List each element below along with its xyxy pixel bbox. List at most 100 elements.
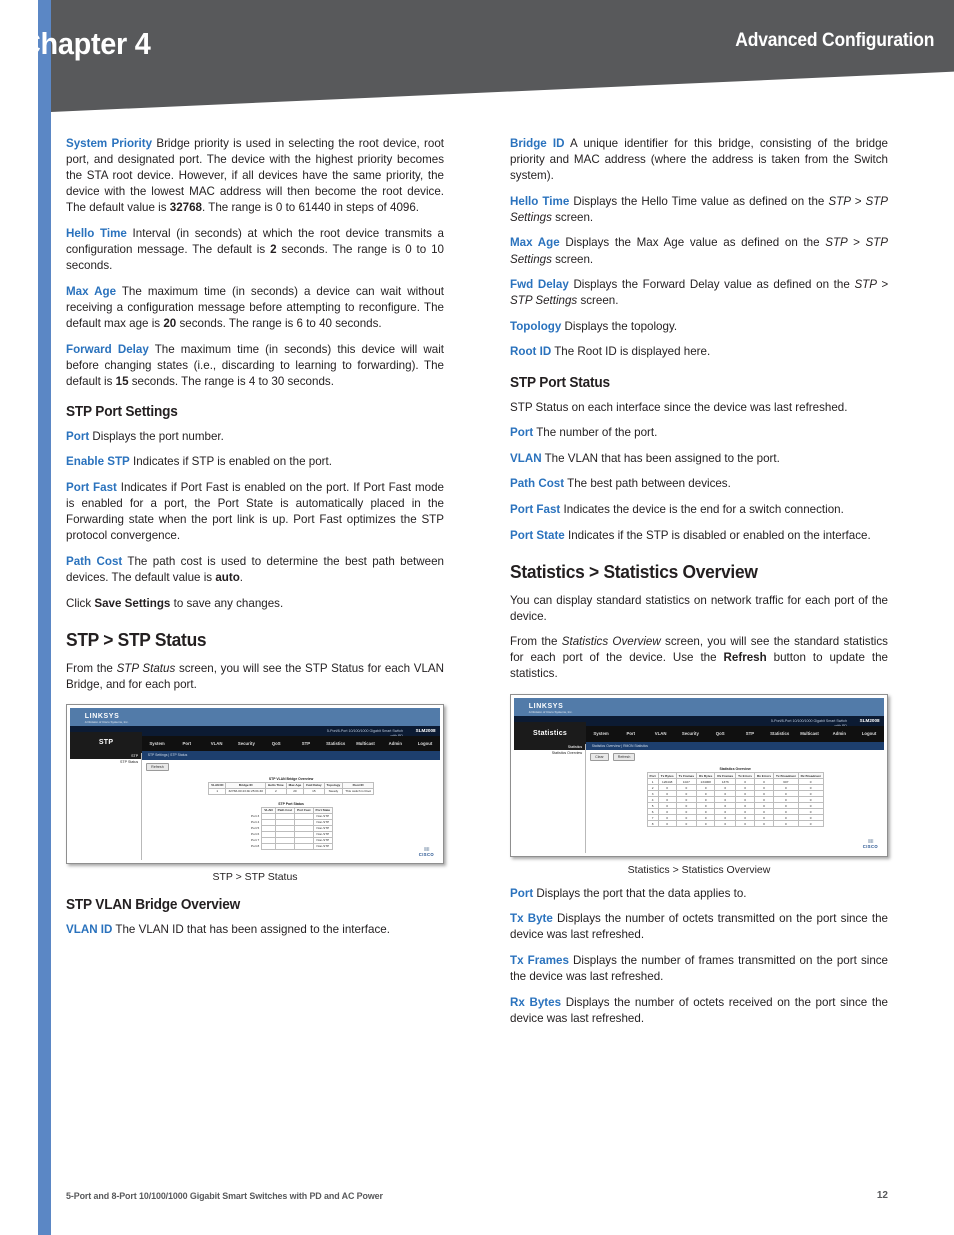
- cell-root-id: This switch is Root: [342, 787, 375, 795]
- section-title: Advanced Configuration: [735, 30, 934, 51]
- ui-refresh-button-stp[interactable]: Refresh: [146, 762, 169, 771]
- cell-stats-rx-broadcast: 0: [797, 820, 824, 828]
- term-tx-frames: Tx Frames: [510, 953, 569, 967]
- chapter-title: Chapter 4: [20, 26, 151, 61]
- ui-nav-item-statistics-stats[interactable]: Statistics: [765, 731, 795, 736]
- figure-caption-statistics: Statistics > Statistics Overview: [627, 863, 771, 876]
- ui-nav-item-system-stp[interactable]: System: [142, 741, 172, 746]
- footer-product-title: 5-Port and 8-Port 10/100/1000 Gigabit Sm…: [66, 1190, 383, 1201]
- cisco-wordmark-stp: CISCO: [418, 851, 435, 857]
- switch-ui-stp: LINKSYS A Division of Cisco Systems, Inc…: [70, 707, 440, 860]
- ui-nav-item-stp-stats[interactable]: STP: [735, 731, 765, 736]
- ui-nav-bar-stats[interactable]: System Port VLAN Security QoS STP Statis…: [586, 726, 884, 742]
- text-stats-lead: From the: [510, 635, 562, 649]
- ui-button-row-stats: Clear Refresh: [586, 750, 884, 762]
- cell-hello-time: 2: [265, 787, 287, 795]
- ui-nav-item-system-stats[interactable]: System: [586, 731, 616, 736]
- ui-nav-item-admin-stp[interactable]: Admin: [380, 741, 410, 746]
- text-hello-time-lead: Displays the Hello Time value as defined…: [569, 194, 829, 208]
- label-refresh-button: Refresh: [723, 651, 767, 665]
- ui-nav-item-logout-stats[interactable]: Logout: [854, 731, 884, 736]
- cell-path-cost: [274, 842, 296, 850]
- ui-canvas-stats: Clear Refresh Statistics Overview Port T…: [586, 750, 884, 853]
- ui-nav-item-qos-stats[interactable]: QoS: [705, 731, 735, 736]
- ui-button-row-stp: Refresh: [142, 760, 440, 771]
- heading-statistics-overview: Statistics > Statistics Overview: [510, 560, 758, 582]
- text-status-port-fast: Indicates the device is the end for a sw…: [560, 502, 844, 516]
- ui-nav-item-vlan-stp[interactable]: VLAN: [202, 741, 232, 746]
- cisco-wordmark-stats: CISCO: [862, 844, 879, 850]
- ui-sidebar-item-statistics-overview[interactable]: Statistics Overview: [514, 750, 585, 756]
- ui-nav-item-multicast-stats[interactable]: Multicast: [795, 731, 825, 736]
- left-column: System Priority Bridge priority is used …: [66, 136, 444, 938]
- linksys-tagline-stats: A Division of Cisco Systems, Inc.: [528, 709, 573, 714]
- text-tx-byte: Displays the number of octets transmitte…: [510, 912, 888, 942]
- paragraph-status-vlan: VLAN The VLAN that has been assigned to …: [510, 451, 888, 467]
- paragraph-save-settings: Click Save Settings to save any changes.: [66, 596, 444, 612]
- paragraph-port-fast: Port Fast Indicates if Port Fast is enab…: [66, 480, 444, 544]
- switch-ui-statistics: LINKSYS A Division of Cisco Systems, Inc…: [514, 697, 884, 853]
- text-save-tail: to save any changes.: [170, 596, 284, 610]
- term-port-fast: Port Fast: [66, 481, 117, 494]
- ui-nav-item-statistics-stp[interactable]: Statistics: [321, 741, 351, 746]
- text-rx-bytes: Displays the number of octets received o…: [510, 995, 888, 1025]
- label-save-settings-button: Save Settings: [94, 596, 171, 610]
- ui-nav-bar-stp[interactable]: System Port VLAN Security QoS STP Statis…: [142, 735, 440, 752]
- ui-nav-item-stp-stp[interactable]: STP: [291, 741, 321, 746]
- text-port: Displays the port number.: [89, 429, 224, 443]
- paragraph-status-port-state: Port State Indicates if the STP is disab…: [510, 528, 888, 544]
- term-fwd-delay: Fwd Delay: [510, 278, 569, 292]
- term-status-path-cost: Path Cost: [510, 477, 565, 491]
- paragraph-root-id: Root ID The Root ID is displayed here.: [510, 344, 888, 360]
- cell-stats-tx-broadcast: 0: [773, 820, 799, 828]
- paragraph-rx-bytes: Rx Bytes Displays the number of octets r…: [510, 995, 888, 1027]
- term-stats-port: Port: [510, 886, 534, 900]
- cell-fwd-delay: 15: [303, 787, 325, 795]
- paragraph-status-port-fast: Port Fast Indicates the device is the en…: [510, 502, 888, 518]
- cell-stats-rx-errors: 0: [753, 820, 775, 828]
- term-forward-delay: Forward Delay: [66, 342, 149, 356]
- cell-stats-tx-frames: 0: [675, 820, 698, 828]
- paragraph-enable-stp: Enable STP Indicates if STP is enabled o…: [66, 454, 444, 470]
- value-path-cost-default: auto: [215, 570, 240, 584]
- heading-stp-vlan-bridge-overview: STP VLAN Bridge Overview: [66, 896, 241, 913]
- ui-table-caption-stats: Statistics Overview: [719, 767, 751, 772]
- cell-max-age: 20: [285, 787, 305, 795]
- term-vlan-id: VLAN ID: [66, 922, 113, 936]
- ui-clear-button[interactable]: Clear: [590, 753, 609, 762]
- text-bridge-id: A unique identifier for this bridge, con…: [510, 137, 888, 183]
- cell-stats-port: 8: [646, 820, 659, 828]
- ui-refresh-button-stats[interactable]: Refresh: [612, 753, 636, 762]
- ui-nav-item-qos-stp[interactable]: QoS: [261, 741, 291, 746]
- ui-nav-item-port-stats[interactable]: Port: [616, 731, 646, 736]
- term-hello-time: Hello Time: [66, 226, 127, 240]
- ui-nav-item-vlan-stats[interactable]: VLAN: [646, 731, 676, 736]
- term-status-port-fast: Port Fast: [510, 502, 561, 516]
- cell-stats-rx-bytes: 0: [696, 820, 716, 828]
- text-path-cost-tail: .: [239, 570, 244, 584]
- text-max-age-lead: Displays the Max Age value as defined on…: [559, 236, 826, 250]
- ui-sidebar-item-stp-status[interactable]: STP Status: [70, 759, 141, 765]
- cell-topology: Steady: [323, 787, 344, 795]
- screenshot-frame-statistics: LINKSYS A Division of Cisco Systems, Inc…: [510, 693, 888, 857]
- table-row: 8 0 0 0 0 0 0 0 0: [646, 820, 824, 828]
- text-path-cost-lead: The path cost is used to determine the b…: [66, 554, 444, 584]
- paragraph-topology: Topology Displays the topology.: [510, 319, 888, 335]
- cisco-logo-stats: ⦀⦀⦀ CISCO: [863, 840, 878, 849]
- paragraph-system-priority: System Priority Bridge priority is used …: [66, 136, 444, 216]
- linksys-logo-stp: LINKSYS A Division of Cisco Systems, Inc…: [85, 713, 129, 724]
- ui-table-stp-vlan-bridge-overview: STP VLAN Bridge Overview VLAN ID Bridge …: [208, 776, 375, 795]
- text-port-fast: Indicates if Port Fast is enabled on the…: [66, 481, 444, 543]
- ui-nav-item-logout-stp[interactable]: Logout: [410, 741, 440, 746]
- ui-nav-item-security-stats[interactable]: Security: [675, 731, 705, 736]
- ui-nav-item-security-stp[interactable]: Security: [231, 741, 261, 746]
- text-enable-stp: Indicates if STP is enabled on the port.: [129, 455, 332, 469]
- ui-nav-item-admin-stats[interactable]: Admin: [824, 731, 854, 736]
- ui-nav-item-multicast-stp[interactable]: Multicast: [351, 741, 381, 746]
- paragraph-tx-frames: Tx Frames Displays the number of frames …: [510, 953, 888, 985]
- ui-nav-item-port-stp[interactable]: Port: [172, 741, 202, 746]
- ui-sidebar-stats: Statistics Statistics Overview: [514, 744, 587, 853]
- term-root-id: Root ID: [510, 345, 552, 359]
- ui-sidebar-stp: STP STP Status: [70, 753, 143, 860]
- cell-bridge-id: 32768-00:43:4b:25:0b:40: [225, 787, 267, 795]
